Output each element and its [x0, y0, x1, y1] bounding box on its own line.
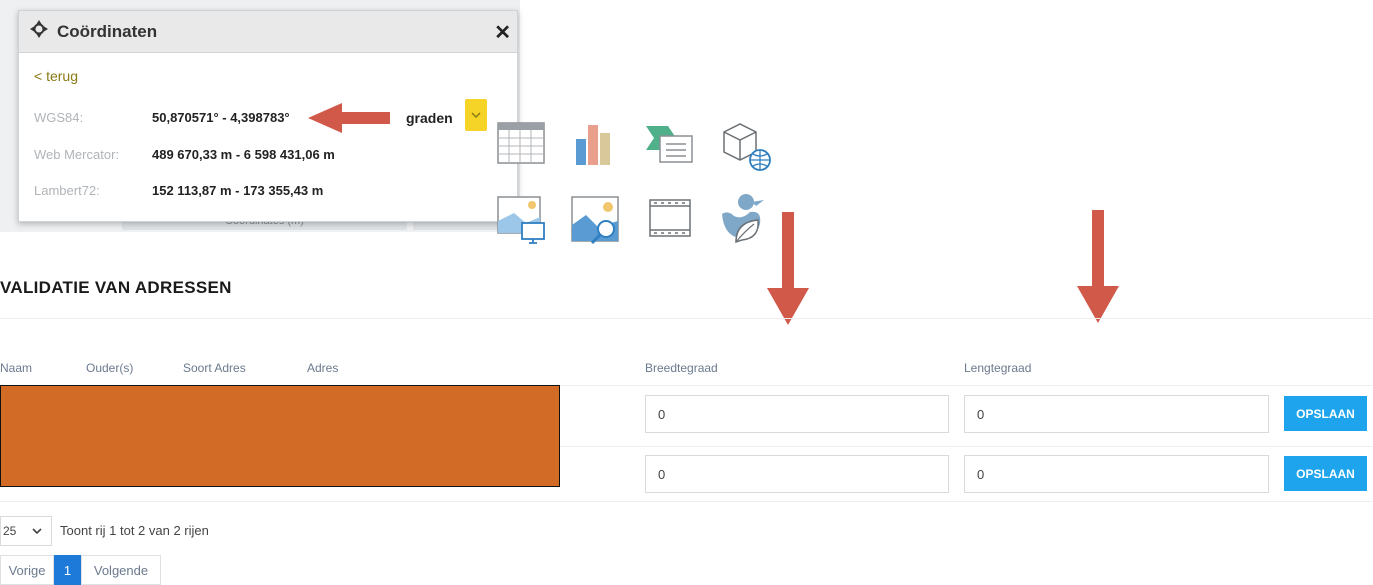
next-page-button[interactable]: Volgende: [81, 555, 161, 585]
divider: [0, 318, 1373, 319]
film-icon[interactable]: [648, 198, 700, 250]
coord-value: 50,870571° - 4,398783°: [152, 110, 290, 125]
previous-page-button[interactable]: Vorige: [0, 555, 54, 585]
chevron-down-icon: [471, 106, 481, 124]
coord-value: 489 670,33 m - 6 598 431,06 m: [152, 147, 335, 162]
section-title: VALIDATIE VAN ADRESSEN: [0, 278, 232, 297]
column-header-soort-adres: Soort Adres: [183, 361, 246, 375]
crosshair-icon: [29, 19, 49, 44]
table-icon[interactable]: [496, 121, 548, 173]
column-header-lengtegraad: Lengtegraad: [964, 361, 1032, 375]
coord-value: 152 113,87 m - 173 355,43 m: [152, 183, 324, 198]
map-screen-icon[interactable]: [496, 195, 548, 247]
coord-label: Web Mercator:: [34, 147, 120, 162]
image-search-icon[interactable]: [570, 195, 622, 247]
coord-label: Lambert72:: [34, 183, 100, 198]
annotation-arrow-left: [308, 103, 390, 133]
latitude-input[interactable]: [645, 455, 949, 493]
rows-info: Toont rij 1 tot 2 van 2 rijen: [60, 523, 209, 538]
page-size-select[interactable]: 25: [0, 516, 52, 546]
coord-label: WGS84:: [34, 110, 84, 125]
latitude-input[interactable]: [645, 395, 949, 433]
annotation-arrow-down-lengtegraad: [1077, 210, 1119, 323]
page-1-button[interactable]: 1: [54, 555, 81, 585]
column-header-adres: Adres: [307, 361, 339, 375]
longitude-input[interactable]: [964, 395, 1269, 433]
close-icon[interactable]: ✕: [494, 20, 511, 45]
save-button[interactable]: OPSLAAN: [1284, 456, 1367, 491]
annotation-arrow-down-breedtegraad: [767, 212, 809, 325]
layer-list-icon[interactable]: [646, 124, 698, 176]
chevron-down-icon: [31, 525, 43, 539]
back-link[interactable]: < terug: [34, 68, 78, 84]
column-header-breedtegraad: Breedtegraad: [645, 361, 718, 375]
page-size-value: 25: [3, 524, 17, 538]
coordinates-popup: Coördinaten ✕ < terug WGS84: 50,870571° …: [18, 10, 518, 222]
pagination: Vorige 1 Volgende: [0, 555, 161, 585]
column-header-naam: Naam: [0, 361, 33, 375]
row-divider: [0, 501, 1373, 502]
row-divider: [560, 446, 1373, 447]
bar-chart-icon[interactable]: [574, 121, 626, 173]
3d-globe-icon[interactable]: [720, 120, 772, 172]
popup-title: Coördinaten: [57, 21, 158, 41]
popup-header: Coördinaten: [19, 11, 517, 53]
redacted-address-block: [0, 385, 560, 487]
duck-leaf-icon[interactable]: [718, 190, 770, 244]
unit-label: graden: [406, 110, 453, 126]
save-button[interactable]: OPSLAAN: [1284, 396, 1367, 431]
longitude-input[interactable]: [964, 455, 1269, 493]
column-header-ouders: Ouder(s): [86, 361, 134, 375]
unit-dropdown[interactable]: [465, 99, 487, 131]
